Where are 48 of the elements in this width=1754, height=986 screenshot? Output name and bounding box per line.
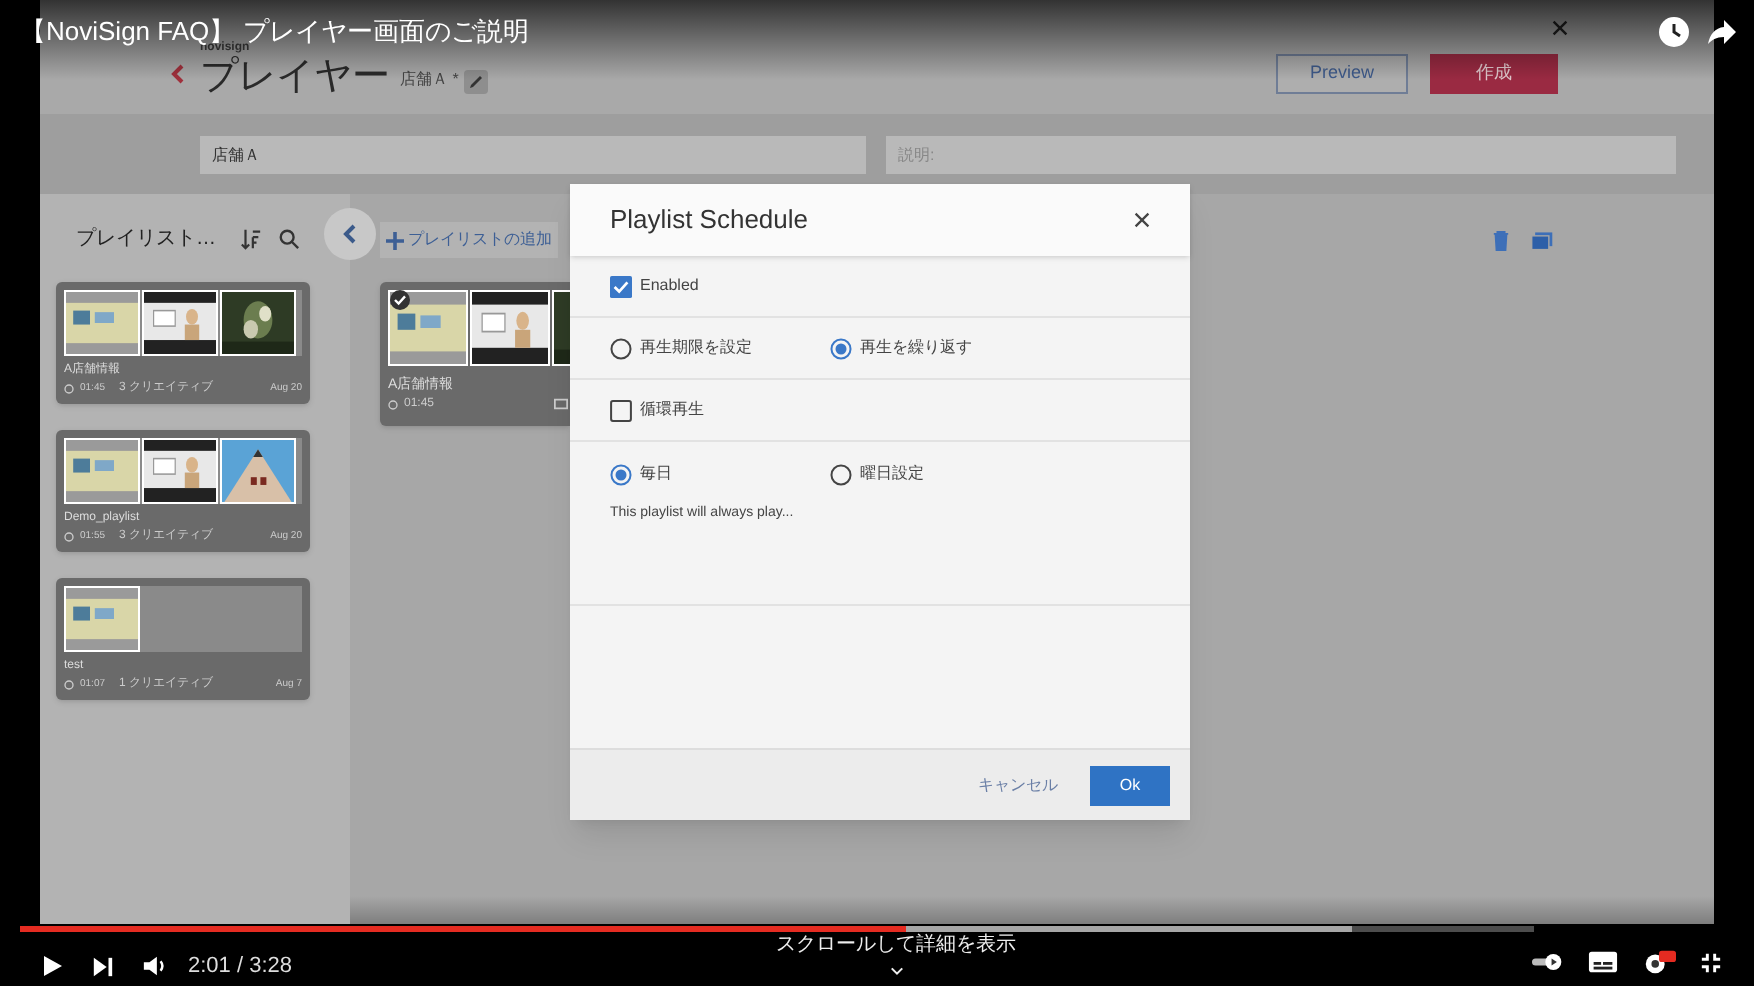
preview-button[interactable]: Preview [1276,54,1408,94]
search-icon[interactable] [278,227,300,249]
subtitles-icon[interactable] [1588,950,1618,974]
plus-icon [386,231,404,249]
sidebar-title: プレイリスト… [76,225,218,253]
clock-icon [64,679,74,689]
share-icon[interactable] [1706,16,1738,48]
close-icon[interactable] [1134,212,1150,228]
collapse-icon[interactable] [324,208,376,260]
create-button[interactable]: 作成 [1430,54,1558,94]
clock-icon [64,383,74,393]
checkbox[interactable] [610,399,632,421]
sort-icon[interactable] [240,227,262,249]
ok-button[interactable]: Ok [1090,765,1170,805]
chevron-down-icon [889,966,903,976]
cancel-button[interactable]: キャンセル [978,773,1058,797]
volume-icon[interactable] [142,954,168,979]
screen-icon [554,398,568,410]
radio-button[interactable] [830,337,852,359]
radio-button[interactable] [830,463,852,485]
clock-icon [64,531,74,541]
copy-icon[interactable] [1530,229,1554,251]
checkbox[interactable] [610,275,632,297]
exit-fullscreen-icon[interactable] [1700,951,1722,973]
page-title: プレイヤー [200,58,390,96]
back-icon[interactable] [168,64,188,84]
play-icon[interactable] [40,954,64,979]
autoplay-toggle[interactable] [1532,952,1564,972]
edit-icon[interactable] [464,70,489,94]
time-display: 2:01 / 3:28 [188,952,292,982]
checkbox-label: 循環再生 [640,398,704,422]
next-icon[interactable] [92,955,114,978]
name-field[interactable]: 店舗Ａ [200,135,866,173]
radio-label: 再生期限を設定 [640,336,752,360]
radio-button[interactable] [610,463,632,485]
settings-icon[interactable] [1642,948,1676,976]
clock-icon[interactable] [1658,16,1690,48]
page-subtitle: 店舗Ａ * [400,68,459,92]
video-title[interactable]: 【NoviSign FAQ】 プレイヤー画面のご説明 [20,18,529,44]
scroll-hint[interactable]: スクロールして詳細を表示 [776,936,1016,956]
checkbox-label: Enabled [640,274,699,298]
radio-label: 再生を繰り返す [860,336,972,360]
radio-button[interactable] [610,337,632,359]
dialog-title: Playlist Schedule [610,202,808,239]
clock-icon [388,399,398,409]
add-playlist-button[interactable]: プレイリストの追加 [380,222,558,258]
radio-label: 毎日 [640,462,672,486]
radio-label: 曜日設定 [860,462,924,486]
